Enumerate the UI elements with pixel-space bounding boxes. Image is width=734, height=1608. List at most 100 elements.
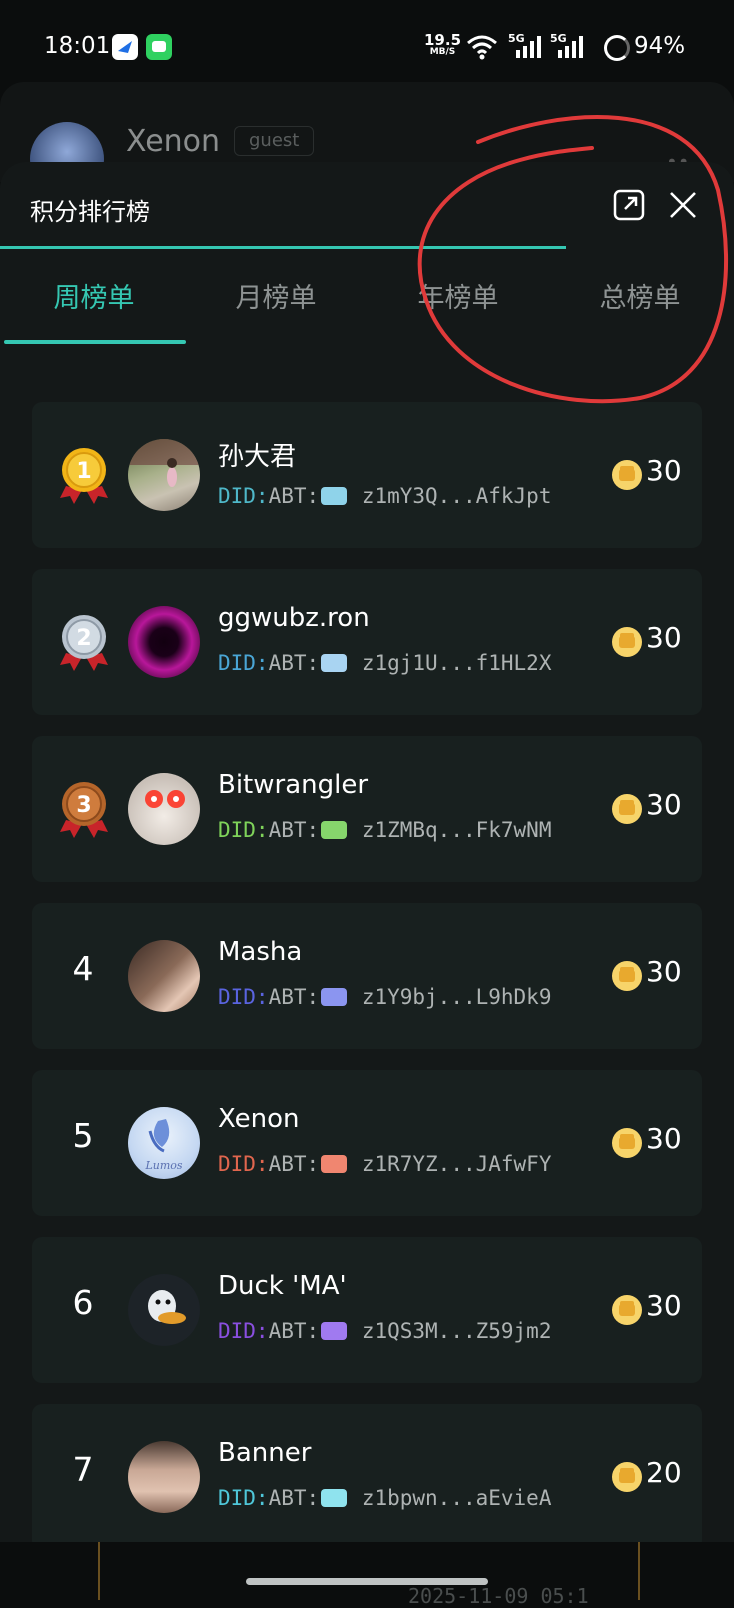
- did-badge-icon: [321, 487, 348, 505]
- tab-monthly[interactable]: 月榜单: [184, 276, 368, 315]
- sheet-title: 积分排行榜: [30, 198, 150, 226]
- leaderboard-row[interactable]: 2 ggwubz.ron DID:ABT: z1gj1U...f1HL2X 30: [32, 569, 702, 715]
- did-value: z1bpwn...aEvieA: [361, 1486, 552, 1510]
- score: 20: [646, 1456, 682, 1489]
- background-role-badge: guest: [234, 126, 315, 156]
- coin-icon: [612, 1462, 642, 1492]
- leaderboard-row[interactable]: 1 孙大君 DID:ABT: z1mY3Q...AfkJpt 30: [32, 402, 702, 548]
- avatar: [128, 1441, 200, 1513]
- rank-number: 5: [72, 1116, 94, 1155]
- tab-total[interactable]: 总榜单: [548, 276, 732, 315]
- leaderboard-row[interactable]: 5 Lumos Xenon DID:ABT: z1R7YZ...JAfwFY 3…: [32, 1070, 702, 1216]
- username: Duck 'MA': [218, 1271, 347, 1301]
- close-icon: [670, 192, 696, 218]
- did-address: DID:ABT: z1Y9bj...L9hDk9: [218, 985, 551, 1009]
- leaderboard-row[interactable]: 7 Banner DID:ABT: z1bpwn...aEvieA 20: [32, 1404, 702, 1542]
- score: 30: [646, 621, 682, 654]
- did-badge-icon: [321, 821, 348, 839]
- svg-text:1: 1: [76, 459, 91, 484]
- footer-date: 2025-11-09 05:1: [408, 1584, 589, 1608]
- avatar: [128, 606, 200, 678]
- score: 30: [646, 1289, 682, 1322]
- did-prefix: DID:: [218, 484, 269, 508]
- did-value: z1QS3M...Z59jm2: [361, 1319, 552, 1343]
- avatar: [128, 439, 200, 511]
- svg-text:Lumos: Lumos: [144, 1159, 182, 1172]
- progress-line: [0, 246, 566, 249]
- svg-text:2: 2: [76, 626, 91, 651]
- did-prefix: DID:: [218, 1319, 269, 1343]
- username: ggwubz.ron: [218, 603, 370, 633]
- battery-icon: [604, 35, 630, 61]
- svg-text:3: 3: [76, 793, 91, 818]
- did-badge-icon: [321, 1322, 348, 1340]
- did-prefix: DID:: [218, 985, 269, 1009]
- did-method: ABT:: [268, 1319, 320, 1343]
- did-address: DID:ABT: z1R7YZ...JAfwFY: [218, 1152, 551, 1176]
- did-value: z1Y9bj...L9hDk9: [361, 985, 552, 1009]
- did-method: ABT:: [268, 484, 320, 508]
- avatar: [128, 773, 200, 845]
- did-badge-icon: [321, 654, 348, 672]
- coin-icon: [612, 627, 642, 657]
- did-method: ABT:: [268, 985, 320, 1009]
- signal-2-icon: [558, 36, 583, 58]
- did-method: ABT:: [268, 818, 320, 842]
- tab-yearly[interactable]: 年榜单: [366, 276, 550, 315]
- avatar: [128, 940, 200, 1012]
- gold-medal-icon: 1: [60, 448, 108, 504]
- username: 孙大君: [218, 442, 297, 472]
- did-address: DID:ABT: z1QS3M...Z59jm2: [218, 1319, 551, 1343]
- score: 30: [646, 1122, 682, 1155]
- did-value: z1gj1U...f1HL2X: [361, 651, 552, 675]
- did-value: z1R7YZ...JAfwFY: [361, 1152, 552, 1176]
- bronze-medal-icon: 3: [60, 782, 108, 838]
- did-value: z1ZMBq...Fk7wNM: [361, 818, 552, 842]
- did-method: ABT:: [268, 1486, 320, 1510]
- did-badge-icon: [321, 1489, 348, 1507]
- rank-number: 7: [72, 1450, 94, 1489]
- did-address: DID:ABT: z1ZMBq...Fk7wNM: [218, 818, 551, 842]
- signal-1-icon: [516, 36, 541, 58]
- avatar: [128, 1274, 200, 1346]
- did-prefix: DID:: [218, 1486, 269, 1510]
- message-app-icon: [146, 34, 172, 60]
- username: Masha: [218, 937, 303, 967]
- score: 30: [646, 955, 682, 988]
- did-prefix: DID:: [218, 1152, 269, 1176]
- did-badge-icon: [321, 1155, 348, 1173]
- home-indicator[interactable]: [246, 1578, 488, 1585]
- did-address: DID:ABT: z1bpwn...aEvieA: [218, 1486, 551, 1510]
- expand-button[interactable]: [612, 188, 646, 222]
- app-notification-icon: [112, 34, 138, 60]
- did-prefix: DID:: [218, 651, 269, 675]
- battery-level: 94%: [634, 33, 686, 59]
- did-prefix: DID:: [218, 818, 269, 842]
- coin-icon: [612, 1128, 642, 1158]
- rank-number: 6: [72, 1283, 94, 1322]
- did-address: DID:ABT: z1mY3Q...AfkJpt: [218, 484, 551, 508]
- username: Xenon: [218, 1104, 300, 1134]
- coin-icon: [612, 961, 642, 991]
- tab-bar: 周榜单 月榜单 年榜单 总榜单: [0, 258, 734, 346]
- tab-weekly[interactable]: 周榜单: [2, 276, 186, 315]
- network-speed: 19.5 MB/S: [424, 33, 461, 58]
- leaderboard-row[interactable]: 4 Masha DID:ABT: z1Y9bj...L9hDk9 30: [32, 903, 702, 1049]
- username: Banner: [218, 1438, 312, 1468]
- score: 30: [646, 454, 682, 487]
- wifi-icon: [467, 35, 497, 60]
- username: Bitwrangler: [218, 770, 369, 800]
- score: 30: [646, 788, 682, 821]
- rank-number: 4: [72, 949, 94, 988]
- close-button[interactable]: [666, 188, 700, 222]
- status-time: 18:01: [44, 33, 111, 59]
- leaderboard-sheet: 积分排行榜 周榜单 月榜单 年榜单 总榜单 1 孙大君 DID:ABT: z1m…: [0, 162, 734, 1542]
- leaderboard-row[interactable]: 6 Duck 'MA' DID:ABT: z1QS3M...Z59jm2 30: [32, 1237, 702, 1383]
- did-badge-icon: [321, 988, 348, 1006]
- did-value: z1mY3Q...AfkJpt: [361, 484, 552, 508]
- did-method: ABT:: [268, 1152, 320, 1176]
- coin-icon: [612, 460, 642, 490]
- leaderboard-row[interactable]: 3 Bitwrangler DID:ABT: z1ZMBq...Fk7wNM 3…: [32, 736, 702, 882]
- did-method: ABT:: [268, 651, 320, 675]
- silver-medal-icon: 2: [60, 615, 108, 671]
